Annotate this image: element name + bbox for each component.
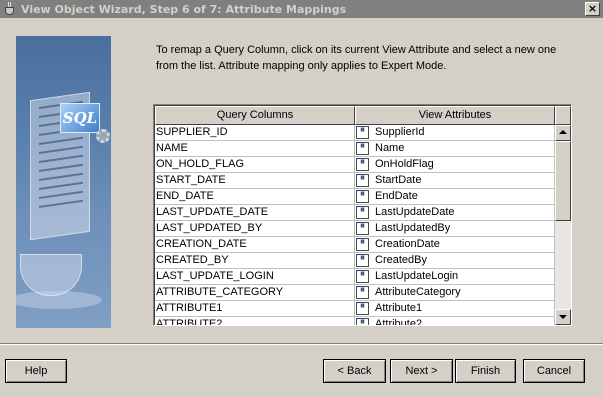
view-attribute-cell[interactable]: ▩ AttributeCategory <box>355 285 555 301</box>
view-attribute-label: Attribute1 <box>375 302 423 314</box>
close-button[interactable]: × <box>585 2 600 16</box>
table-row: START_DATE ▩ StartDate <box>155 173 555 189</box>
sql-icon: ▩ <box>356 190 369 203</box>
sql-icon: ▩ <box>356 286 369 299</box>
table-row: ATTRIBUTE_CATEGORY ▩ AttributeCategory <box>155 285 555 301</box>
view-attribute-label: Name <box>375 142 405 154</box>
table-row: SUPPLIER_ID ▩ SupplierId <box>155 125 555 141</box>
view-attribute-label: Attribute2 <box>375 318 423 325</box>
java-coffee-icon <box>3 2 17 16</box>
table-row: CREATION_DATE ▩ CreationDate <box>155 237 555 253</box>
view-attribute-cell[interactable]: ▩ OnHoldFlag <box>355 157 555 173</box>
window-title: View Object Wizard, Step 6 of 7: Attribu… <box>21 2 347 16</box>
finish-button[interactable]: Finish <box>455 359 516 383</box>
query-column-cell: ATTRIBUTE_CATEGORY <box>155 285 355 301</box>
query-column-cell: ATTRIBUTE2 <box>155 317 355 325</box>
instructions-text: To remap a Query Column, click on its cu… <box>156 44 557 72</box>
view-attribute-label: CreationDate <box>375 238 440 250</box>
sql-icon: ▩ <box>356 238 369 251</box>
sql-icon: ▩ <box>356 158 369 171</box>
view-attributes-header[interactable]: View Attributes <box>355 106 555 125</box>
view-attribute-label: LastUpdateDate <box>375 206 455 218</box>
table-body: SUPPLIER_ID ▩ SupplierId NAME ▩ Name ON_HOLD_F… <box>155 125 555 325</box>
query-column-cell: SUPPLIER_ID <box>155 125 355 141</box>
next-button[interactable]: Next > <box>390 359 453 383</box>
sql-icon: ▩ <box>356 302 369 315</box>
view-attribute-cell[interactable]: ▩ Attribute1 <box>355 301 555 317</box>
view-attribute-cell[interactable]: ▩ Name <box>355 141 555 157</box>
query-column-cell: LAST_UPDATE_LOGIN <box>155 269 355 285</box>
scroll-down-button[interactable] <box>555 309 571 325</box>
arrow-down-icon <box>559 315 567 319</box>
wizard-side-image: SQL <box>16 36 111 328</box>
sql-icon: ▩ <box>356 270 369 283</box>
view-attribute-label: OnHoldFlag <box>375 158 434 170</box>
query-column-cell: CREATION_DATE <box>155 237 355 253</box>
query-column-cell: ATTRIBUTE1 <box>155 301 355 317</box>
query-columns-header[interactable]: Query Columns <box>155 106 355 125</box>
vertical-scrollbar[interactable] <box>555 125 571 325</box>
view-attribute-cell[interactable]: ▩ CreationDate <box>355 237 555 253</box>
scroll-thumb[interactable] <box>555 141 571 221</box>
sql-icon: ▩ <box>356 318 369 325</box>
view-attribute-label: SupplierId <box>375 126 425 138</box>
table-row: LAST_UPDATED_BY ▩ LastUpdatedBy <box>155 221 555 237</box>
view-attribute-label: LastUpdatedBy <box>375 222 451 234</box>
query-column-cell: ON_HOLD_FLAG <box>155 157 355 173</box>
table-row: ATTRIBUTE1 ▩ Attribute1 <box>155 301 555 317</box>
query-column-cell: LAST_UPDATED_BY <box>155 221 355 237</box>
view-attribute-cell[interactable]: ▩ CreatedBy <box>355 253 555 269</box>
table-row: END_DATE ▩ EndDate <box>155 189 555 205</box>
sql-icon: ▩ <box>356 222 369 235</box>
table-row: NAME ▩ Name <box>155 141 555 157</box>
button-separator <box>0 343 603 345</box>
view-attribute-cell[interactable]: ▩ SupplierId <box>355 125 555 141</box>
sql-icon: ▩ <box>356 142 369 155</box>
help-button[interactable]: Help <box>5 359 67 383</box>
table-row: LAST_UPDATE_DATE ▩ LastUpdateDate <box>155 205 555 221</box>
query-column-cell: CREATED_BY <box>155 253 355 269</box>
sql-icon: ▩ <box>356 174 369 187</box>
view-attribute-cell[interactable]: ▩ EndDate <box>355 189 555 205</box>
view-attribute-label: AttributeCategory <box>375 286 461 298</box>
query-column-cell: END_DATE <box>155 189 355 205</box>
table-row: ATTRIBUTE2 ▩ Attribute2 <box>155 317 555 325</box>
view-attribute-cell[interactable]: ▩ StartDate <box>355 173 555 189</box>
scroll-up-button[interactable] <box>555 125 571 141</box>
table-header: Query Columns View Attributes <box>155 106 555 125</box>
arrow-up-icon <box>559 130 567 134</box>
view-attribute-cell[interactable]: ▩ LastUpdateLogin <box>355 269 555 285</box>
view-attribute-cell[interactable]: ▩ LastUpdatedBy <box>355 221 555 237</box>
sql-icon: ▩ <box>356 206 369 219</box>
sql-icon: ▩ <box>356 254 369 267</box>
query-column-cell: START_DATE <box>155 173 355 189</box>
back-button[interactable]: < Back <box>323 359 386 383</box>
sql-icon: ▩ <box>356 126 369 139</box>
view-attribute-cell[interactable]: ▩ LastUpdateDate <box>355 205 555 221</box>
coffee-cup-graphic <box>20 254 82 296</box>
attribute-mapping-table: Query Columns View Attributes SUPPLIER_I… <box>153 104 572 326</box>
cancel-button[interactable]: Cancel <box>523 359 585 383</box>
query-column-cell: LAST_UPDATE_DATE <box>155 205 355 221</box>
view-attribute-cell[interactable]: ▩ Attribute2 <box>355 317 555 325</box>
view-attribute-label: EndDate <box>375 190 418 202</box>
view-attribute-label: LastUpdateLogin <box>375 270 459 282</box>
table-row: ON_HOLD_FLAG ▩ OnHoldFlag <box>155 157 555 173</box>
gear-icon <box>96 129 110 143</box>
header-corner <box>555 106 571 125</box>
table-row: CREATED_BY ▩ CreatedBy <box>155 253 555 269</box>
title-bar: View Object Wizard, Step 6 of 7: Attribu… <box>0 0 603 18</box>
table-row: LAST_UPDATE_LOGIN ▩ LastUpdateLogin <box>155 269 555 285</box>
view-attribute-label: CreatedBy <box>375 254 427 266</box>
sql-logo: SQL <box>60 103 100 133</box>
query-column-cell: NAME <box>155 141 355 157</box>
view-attribute-label: StartDate <box>375 174 422 186</box>
